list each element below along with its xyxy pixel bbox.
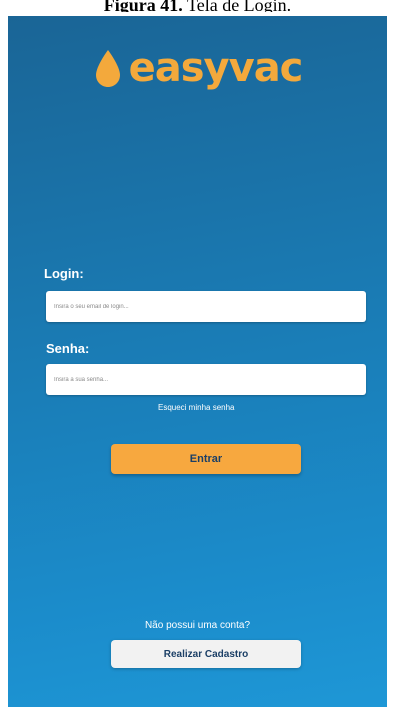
- forgot-password-link[interactable]: Esqueci minha senha: [158, 403, 235, 412]
- password-label: Senha:: [46, 341, 90, 356]
- app-logo: easyvac: [8, 46, 387, 90]
- figure-caption: Figura 41. Tela de Login.: [0, 0, 395, 12]
- login-label: Login:: [44, 266, 84, 281]
- no-account-prompt: Não possui uma conta?: [144, 620, 251, 631]
- figure-caption-prefix: Figura 41.: [103, 0, 183, 12]
- login-email-input[interactable]: [46, 291, 366, 322]
- logo-text: easyvac: [128, 45, 304, 91]
- drop-icon: [95, 50, 120, 87]
- figure-caption-text: Tela de Login.: [182, 0, 292, 12]
- password-input[interactable]: [46, 364, 366, 395]
- login-screen: easyvac Login: Senha: Esqueci minha senh…: [8, 16, 387, 707]
- signup-button[interactable]: Realizar Cadastro: [111, 640, 301, 668]
- login-button[interactable]: Entrar: [111, 444, 301, 474]
